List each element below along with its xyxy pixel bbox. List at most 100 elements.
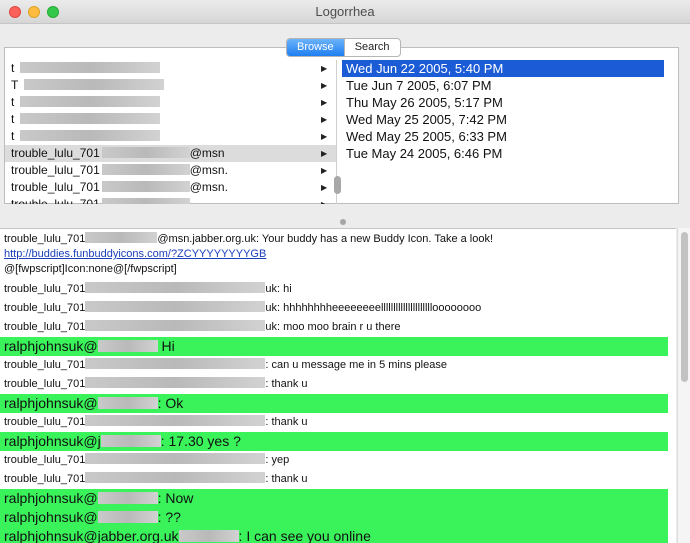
log-entry-self: ralphjohnsuk@ : Ok — [0, 394, 668, 413]
buddy-name: T — [11, 78, 19, 92]
buddy-row[interactable]: t ▶ — [5, 94, 336, 111]
redacted-block — [101, 164, 190, 175]
buddy-list[interactable]: t ▶ T ▶ t ▶ t ▶ t ▶ trouble_lulu_701 @msn ▶ trouble_l… — [5, 60, 337, 204]
log-entry-buddy: trouble_lulu_701: thank u — [0, 470, 676, 489]
log-message: Hi — [157, 338, 175, 354]
redacted-block — [101, 147, 190, 158]
buddy-row[interactable]: t ▶ — [5, 128, 336, 145]
log-message: uk: hhhhhhhheeeeeeeellllllllllllllllllll… — [265, 302, 482, 314]
window-title: Logorrhea — [315, 4, 375, 19]
session-date-row[interactable]: Wed Jun 22 2005, 5:40 PM — [342, 60, 664, 77]
log-message: : 17.30 yes ? — [160, 433, 241, 449]
log-scroll-thumb[interactable] — [681, 232, 688, 382]
session-date-row[interactable]: Tue May 24 2005, 6:46 PM — [339, 145, 679, 162]
log-sender: trouble_lulu_701 — [4, 378, 86, 390]
redacted-block — [101, 181, 190, 192]
session-date-row[interactable]: Thu May 26 2005, 5:17 PM — [339, 94, 679, 111]
conversation-log[interactable]: trouble_lulu_701 @msn.jabber.org.uk: Your… — [0, 228, 676, 543]
log-entry-buddy: trouble_lulu_701: can u message me in 5 … — [0, 356, 676, 375]
buddy-name: trouble_lulu_701 — [11, 197, 100, 204]
redacted-block — [85, 377, 266, 388]
redacted-block — [85, 358, 266, 369]
disclosure-arrow-icon: ▶ — [321, 98, 328, 107]
buddy-row[interactable]: trouble_lulu_701 @msn ▶ — [5, 145, 336, 162]
redacted-block — [24, 79, 165, 90]
log-entry-buddy: trouble_lulu_701 : thank u — [0, 375, 676, 394]
log-message: : yep — [265, 454, 290, 466]
disclosure-arrow-icon: ▶ — [321, 64, 328, 73]
session-date-list[interactable]: Wed Jun 22 2005, 5:40 PM Tue Jun 7 2005, … — [339, 60, 679, 204]
log-message: : thank u — [265, 378, 308, 390]
logorrhea-window: Logorrhea t ▶ T ▶ t ▶ t ▶ t ▶ trouble_lulu_701 @msn… — [0, 0, 690, 543]
buddy-name: t — [11, 129, 15, 143]
disclosure-arrow-icon: ▶ — [321, 132, 328, 141]
disclosure-arrow-icon: ▶ — [321, 81, 328, 90]
tab-search[interactable]: Search — [343, 39, 400, 56]
disclosure-arrow-icon: ▶ — [321, 196, 327, 204]
log-entry-buddy: trouble_lulu_701 : yep — [0, 451, 676, 470]
session-date-row[interactable]: Wed May 25 2005, 7:42 PM — [339, 111, 679, 128]
log-entry-self: ralphjohnsuk@: ?? — [0, 508, 668, 527]
redacted-block — [85, 282, 266, 293]
log-sender: ralphjohnsuk@ — [4, 490, 98, 506]
log-message: : ?? — [157, 509, 181, 525]
log-message: : Ok — [157, 395, 184, 411]
redacted-block — [97, 511, 158, 523]
disclosure-arrow-icon: ▶ — [321, 183, 328, 192]
buddy-domain: @msn — [189, 146, 225, 160]
buddy-name: trouble_lulu_701 — [11, 180, 100, 194]
log-sender: trouble_lulu_701 — [4, 321, 86, 333]
log-sender: ralphjohnsuk@ — [4, 395, 98, 411]
redacted-block — [101, 198, 190, 204]
session-date-row[interactable]: Wed May 25 2005, 6:33 PM — [339, 128, 679, 145]
window-edge — [680, 24, 690, 228]
log-sender: ralphjohnsuk@j — [4, 433, 101, 449]
split-view-divider[interactable] — [340, 219, 346, 225]
buddy-row[interactable]: trouble_lulu_701 @msn. ▶ — [5, 162, 336, 179]
buddy-domain: @msn. — [189, 180, 228, 194]
log-entry-self: ralphjohnsuk@ : Now — [0, 489, 668, 508]
redacted-block — [85, 320, 266, 331]
redacted-block — [85, 232, 158, 243]
redacted-block — [100, 435, 161, 447]
buddy-domain: @msn. — [189, 163, 228, 177]
buddy-icon-link[interactable]: http://buddies.funbuddyicons.com/?ZCYYYY… — [4, 248, 266, 260]
browser-view: t ▶ T ▶ t ▶ t ▶ t ▶ trouble_lulu_701 @msn ▶ trouble_l… — [4, 47, 679, 204]
log-message: : thank u — [265, 473, 308, 485]
log-message: uk: moo moo brain r u there — [265, 321, 401, 333]
buddy-name: t — [11, 61, 15, 75]
log-scrollbar[interactable] — [677, 228, 690, 543]
log-entry-self: ralphjohnsuk@ Hi — [0, 337, 668, 356]
log-entry-buddy-icon: trouble_lulu_701 @msn.jabber.org.uk: Your… — [0, 229, 676, 280]
log-message: : thank u — [265, 416, 308, 428]
buddy-row[interactable]: trouble_lulu_701 @msn. ▶ — [5, 179, 336, 196]
buddy-row[interactable]: trouble_lulu_701 ▶ — [5, 196, 336, 204]
log-entry-buddy: trouble_lulu_701 uk: hi — [0, 280, 676, 299]
buddy-row[interactable]: T ▶ — [5, 77, 336, 94]
session-date-row[interactable]: Tue Jun 7 2005, 6:07 PM — [339, 77, 679, 94]
disclosure-arrow-icon: ▶ — [321, 149, 328, 158]
redacted-block — [20, 130, 161, 141]
buddy-name: t — [11, 95, 15, 109]
buddy-row[interactable]: t ▶ — [5, 111, 336, 128]
log-entry-self: ralphjohnsuk@j : 17.30 yes ? — [0, 432, 668, 451]
redacted-block — [85, 301, 266, 312]
log-message: : Now — [157, 490, 194, 506]
log-message: : I can see you online — [238, 528, 371, 543]
log-sender: trouble_lulu_701 — [4, 416, 86, 428]
title-bar[interactable]: Logorrhea — [0, 0, 690, 24]
view-mode-control[interactable]: Browse Search — [286, 38, 401, 57]
log-message: @msn.jabber.org.uk: Your buddy has a new… — [157, 233, 494, 245]
log-sender: trouble_lulu_701 — [4, 283, 86, 295]
log-entry-self: ralphjohnsuk@jabber.org.uk: I can see yo… — [0, 527, 668, 543]
buddy-name: t — [11, 112, 15, 126]
disclosure-arrow-icon: ▶ — [321, 166, 328, 175]
log-sender: trouble_lulu_701 — [4, 302, 86, 314]
log-sender: ralphjohnsuk@ — [4, 338, 98, 354]
redacted-block — [85, 415, 266, 426]
tab-browse[interactable]: Browse — [287, 39, 344, 56]
buddy-row[interactable]: t ▶ — [5, 60, 336, 77]
log-message: : can u message me in 5 mins please — [265, 359, 447, 371]
log-sender: trouble_lulu_701 — [4, 454, 86, 466]
buddy-name: trouble_lulu_701 — [11, 146, 100, 160]
